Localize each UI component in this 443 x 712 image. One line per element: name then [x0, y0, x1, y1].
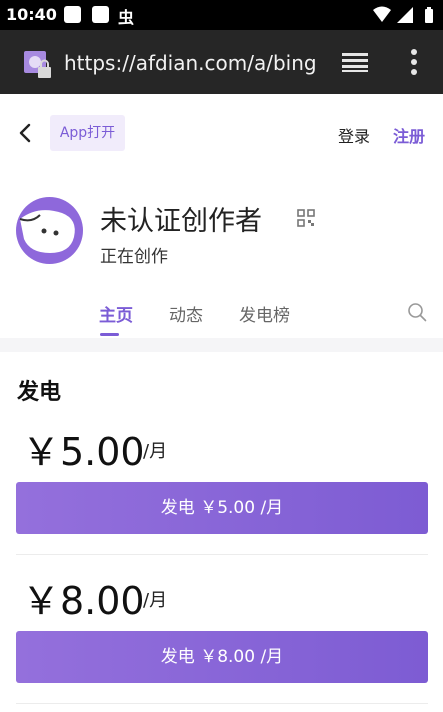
- tab-feed[interactable]: 动态: [169, 301, 203, 326]
- battery-icon: [425, 9, 433, 23]
- signup-link[interactable]: 注册: [393, 123, 425, 147]
- avatar-illustration: [19, 210, 75, 253]
- sponsor-button-plan-1[interactable]: 发电 ￥5.00 /月: [16, 482, 428, 534]
- tabs-icon[interactable]: [340, 50, 370, 74]
- more-vertical-icon[interactable]: [406, 46, 422, 78]
- plan-period: /月: [143, 441, 168, 462]
- status-bar: 10:40 虫: [0, 0, 443, 30]
- plan-price: ￥5.00: [22, 430, 145, 474]
- plans-section-title: 发电: [17, 380, 62, 405]
- tab-home[interactable]: 主页: [99, 301, 133, 326]
- active-tab-indicator: [100, 333, 119, 336]
- qr-code-icon[interactable]: [297, 209, 315, 227]
- notification-icon: [92, 6, 109, 23]
- system-status-icons: [373, 6, 433, 23]
- browser-url-bar: https://afdian.com/a/bing: [0, 30, 443, 94]
- login-link[interactable]: 登录: [338, 123, 370, 147]
- notification-icon: [64, 6, 81, 23]
- sponsor-button-plan-2[interactable]: 发电 ￥8.00 /月: [16, 631, 428, 683]
- tab-sponsor-ranking[interactable]: 发电榜: [239, 301, 290, 326]
- status-time: 10:40: [6, 5, 57, 24]
- avatar[interactable]: [16, 197, 83, 264]
- plan-divider: [16, 703, 428, 704]
- signal-icon: [397, 7, 413, 23]
- plan-divider: [16, 554, 428, 555]
- section-divider: [0, 338, 443, 352]
- creator-status: 正在创作: [100, 247, 168, 267]
- url-text[interactable]: https://afdian.com/a/bing: [64, 51, 319, 75]
- lock-page-icon: [24, 51, 51, 78]
- back-icon[interactable]: [14, 121, 36, 145]
- debug-icon: 虫: [118, 8, 135, 27]
- plan-period: /月: [143, 590, 168, 611]
- app-open-button[interactable]: App打开: [50, 115, 125, 151]
- search-icon[interactable]: [407, 302, 427, 322]
- creator-name: 未认证创作者: [100, 206, 262, 237]
- plan-price: ￥8.00: [22, 579, 145, 623]
- wifi-icon: [373, 6, 391, 22]
